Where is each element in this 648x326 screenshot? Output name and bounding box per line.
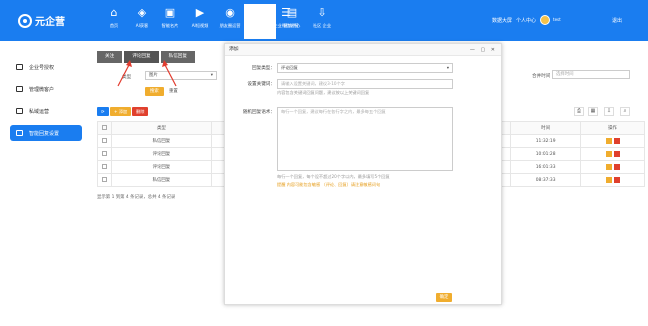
row-type: 私信回复 (110, 134, 212, 148)
content-hint: 每行一个回复，每个设不超过20个字以内，最多填写5个回复 (277, 174, 390, 179)
content-label: 随机回复语术： (242, 110, 275, 115)
keyword-hint: 内容包含关键词回复问题，建议按以上关键词回复 (277, 90, 370, 95)
sidebar: 企业号授权 管理微客户 私域运营 智能回复设置 (0, 41, 92, 326)
download-icon[interactable]: ⇩ (604, 107, 614, 116)
dialog-title: 添加 (229, 47, 239, 52)
add-button[interactable]: + 添加 (110, 107, 132, 116)
data-screen-link[interactable]: 数据大屏 (492, 17, 512, 24)
delete-button[interactable]: 删除 (132, 107, 149, 116)
row-time: 16:01:33 (510, 160, 582, 174)
app-logo[interactable]: 元企营 (18, 13, 65, 28)
keyword-label: 设置关键词： (247, 82, 275, 87)
private-icon (16, 108, 23, 114)
nav-item-community[interactable]: ⇩ 社区 企业 (306, 6, 338, 38)
row-checkbox[interactable] (101, 163, 107, 169)
select-all-checkbox[interactable] (101, 124, 107, 130)
edit-icon[interactable] (605, 176, 612, 183)
row-type: 私信回复 (110, 173, 212, 187)
customer-icon (16, 86, 23, 92)
col-header-time: 时间 (510, 121, 582, 135)
annotation-arrows (117, 60, 177, 87)
username: test (553, 17, 561, 22)
confirm-button[interactable]: 确定 (436, 293, 452, 302)
refresh-button[interactable]: ⟳ (97, 107, 109, 116)
edit-icon[interactable] (605, 137, 612, 144)
reset-button[interactable]: 重置 (164, 87, 183, 96)
row-time: 10:01:28 (510, 147, 582, 161)
sidebar-item-smart-reply[interactable]: 智能回复设置 (10, 125, 82, 141)
arrow-head (162, 60, 168, 67)
row-type: 评论回复 (110, 147, 212, 161)
add-dialog: 添加 — ▢ ✕ 回复类型： 评论回复 ▾ 设置关键词： 请输入设置关键词，建议… (224, 43, 502, 305)
logout-link[interactable]: 退出 (612, 17, 622, 24)
personal-center-link[interactable]: 个人中心 (516, 17, 536, 24)
arrow-line (117, 62, 131, 87)
time-filter-input[interactable]: 选择时间 (552, 70, 630, 79)
account-icon (16, 64, 23, 70)
dialog-window-controls[interactable]: — ▢ ✕ (470, 44, 497, 56)
edit-icon[interactable] (605, 150, 612, 157)
content-textarea[interactable]: 每行一个回复，建议每行在各行字之内，最多每五个回复 (277, 107, 453, 171)
keyword-input[interactable]: 请输入设置关键词，建议3-10个字 (277, 79, 453, 89)
search-icon[interactable]: ⌕ (620, 107, 630, 116)
logo-text: 元企营 (35, 17, 65, 28)
row-time: 08:37:33 (510, 173, 582, 187)
col-header-type: 类型 (110, 121, 212, 135)
target-icon: ◉ (225, 6, 235, 19)
card-icon: ▣ (164, 6, 176, 19)
nav-item-moments[interactable]: ◉ 朋友圈运营 (214, 6, 246, 38)
sidebar-item-enterprise-auth[interactable]: 企业号授权 (10, 59, 82, 75)
pagination-summary: 显示第 1 到第 4 条记录，总共 4 条记录 (97, 195, 176, 200)
chevron-down-icon: ▾ (446, 65, 449, 70)
col-header-actions: 操作 (580, 121, 645, 135)
row-checkbox[interactable] (101, 137, 107, 143)
time-filter-label: 合并时间 (532, 74, 551, 79)
search-button[interactable]: 搜索 (145, 87, 164, 96)
row-checkbox[interactable] (101, 176, 107, 182)
sidebar-item-customers[interactable]: 管理微客户 (10, 81, 82, 97)
arrow-line (163, 62, 177, 87)
reply-icon (16, 130, 23, 136)
nav-item-smart-card[interactable]: ▣ 智能名片 (154, 6, 186, 38)
download-icon: ⇩ (317, 6, 327, 19)
columns-icon[interactable]: ▦ (588, 107, 598, 116)
video-icon: ▶ (195, 6, 205, 19)
nav-item-marketing[interactable]: ▤ 营销中心 (276, 6, 308, 38)
trash-icon[interactable] (613, 137, 620, 144)
sidebar-item-private[interactable]: 私域运营 (10, 103, 82, 119)
reply-type-label: 回复类型： (252, 66, 275, 71)
dialog-header: 添加 — ▢ ✕ (225, 44, 501, 56)
arrow-head (126, 60, 132, 67)
trash-icon[interactable] (613, 150, 620, 157)
avatar[interactable] (540, 15, 550, 25)
row-type: 评论回复 (110, 160, 212, 174)
chevron-down-icon: ▾ (210, 73, 213, 78)
edit-icon[interactable] (605, 163, 612, 170)
content-warning: 提醒 内容可能包含敏感 （评论、回复）请注意敏感词句 (277, 182, 381, 187)
trash-icon[interactable] (613, 163, 620, 170)
logo-icon (18, 13, 32, 28)
trash-icon[interactable] (613, 176, 620, 183)
row-checkbox[interactable] (101, 150, 107, 156)
reply-type-select[interactable]: 评论回复 ▾ (277, 63, 453, 73)
nav-item-ai-video[interactable]: ▶ AI短视频 (184, 6, 216, 38)
row-time: 11:32:19 (510, 134, 582, 148)
export-icon[interactable]: ⎙ (574, 107, 584, 116)
window-icon: ▤ (286, 6, 298, 19)
refresh-icon: ⟳ (101, 109, 105, 114)
top-nav: 元企营 ⌂ 首页 ◈ AI获客 ▣ 智能名片 ▶ AI短视频 ◉ 朋友圈运营 ⚏… (0, 0, 648, 41)
